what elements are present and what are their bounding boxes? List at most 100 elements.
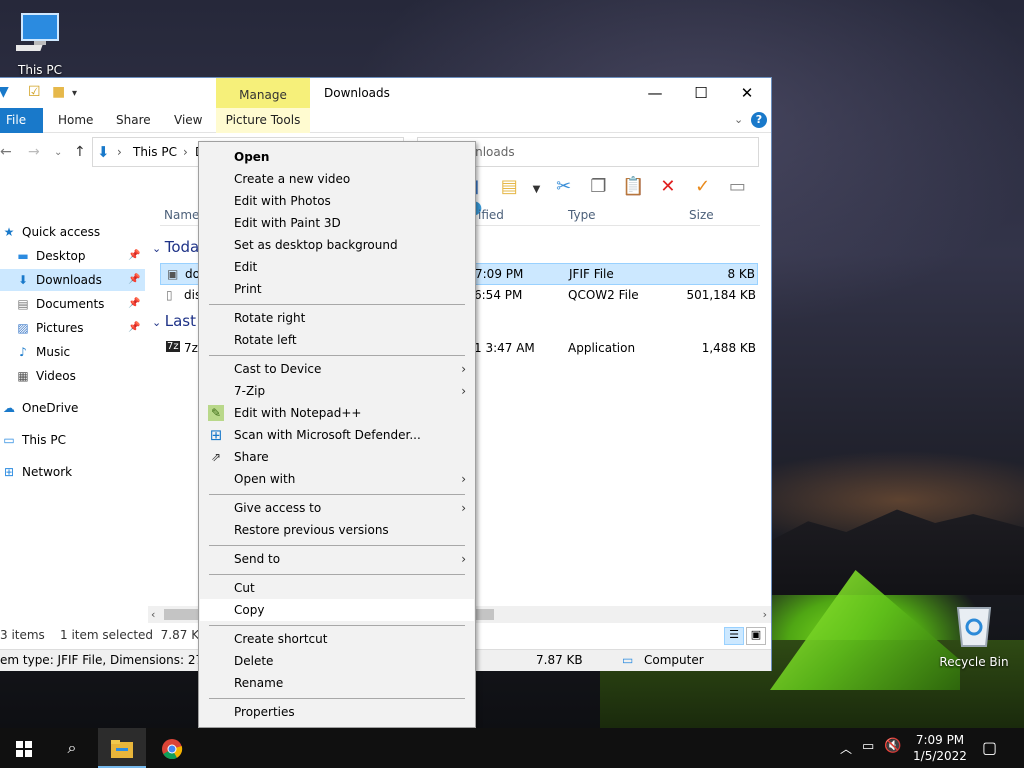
menu-item-label: Send to bbox=[234, 552, 281, 566]
sidebar-item-music[interactable]: ♪ Music bbox=[0, 341, 145, 363]
tab-picture-tools[interactable]: Picture Tools bbox=[216, 108, 310, 133]
delete-icon[interactable]: ✕ bbox=[653, 176, 682, 197]
pin-icon[interactable]: 📌 bbox=[128, 245, 140, 267]
new-folder-icon[interactable]: ■ bbox=[52, 84, 65, 100]
network-status-icon[interactable]: ▭ bbox=[862, 739, 874, 754]
minimize-button[interactable]: — bbox=[632, 78, 678, 108]
up-arrow-icon[interactable]: ↑ bbox=[74, 144, 86, 160]
menu-item-cast-to-device[interactable]: Cast to Device › bbox=[200, 358, 474, 380]
menu-item-label: 7-Zip bbox=[234, 384, 266, 398]
checkmark-icon[interactable]: ✓ bbox=[688, 176, 717, 197]
forward-arrow-icon[interactable]: → bbox=[28, 144, 40, 160]
desktop-icon-this-pc[interactable]: This PC bbox=[0, 8, 80, 77]
taskbar: ⌕ ︿ ▭ 🔇 7:09 PM 1/5/2022 ▢ bbox=[0, 728, 1024, 768]
qat-dropdown-icon[interactable]: ▾ bbox=[72, 88, 77, 99]
menu-item-open[interactable]: Open bbox=[200, 146, 474, 168]
menu-item-label: Rotate left bbox=[234, 333, 297, 347]
menu-item-rotate-left[interactable]: Rotate left bbox=[200, 329, 474, 351]
menu-item-label: Create a new video bbox=[234, 172, 351, 186]
menu-item-copy[interactable]: Copy bbox=[200, 599, 474, 621]
menu-item-restore-previous-versions[interactable]: Restore previous versions bbox=[200, 519, 474, 541]
menu-item-print[interactable]: Print bbox=[200, 278, 474, 300]
paste-icon[interactable]: 📋 bbox=[619, 176, 648, 197]
menu-item-set-desktop-background[interactable]: Set as desktop background bbox=[200, 234, 474, 256]
notepad-plus-icon: ✎ bbox=[208, 405, 224, 421]
sidebar-item-documents[interactable]: ▤ Documents 📌 bbox=[0, 293, 145, 315]
action-center-icon[interactable]: ▢ bbox=[982, 738, 997, 757]
menu-item-open-with[interactable]: Open with › bbox=[200, 468, 474, 490]
menu-item-edit[interactable]: Edit bbox=[200, 256, 474, 278]
tab-file[interactable]: File bbox=[0, 108, 43, 133]
large-icons-view-button[interactable]: ▣ bbox=[746, 627, 766, 645]
menu-item-properties[interactable]: Properties bbox=[200, 701, 474, 723]
show-hidden-icons-icon[interactable]: ︿ bbox=[840, 740, 852, 757]
manage-tab[interactable]: Manage bbox=[216, 78, 310, 108]
recent-dropdown-icon[interactable]: ⌄ bbox=[54, 147, 62, 158]
pin-icon[interactable]: 📌 bbox=[128, 317, 140, 339]
new-folder-dropdown-icon[interactable]: ▤ bbox=[495, 176, 524, 197]
properties-icon[interactable]: ☑ bbox=[28, 84, 41, 100]
chevron-down-icon[interactable]: ▼ bbox=[529, 184, 543, 195]
sidebar-item-desktop[interactable]: ▬ Desktop 📌 bbox=[0, 245, 145, 267]
sidebar-item-this-pc[interactable]: ▭ This PC bbox=[0, 429, 145, 451]
copy-icon[interactable]: ❐ bbox=[584, 176, 613, 197]
item-count: 3 items bbox=[0, 628, 45, 642]
sidebar-item-pictures[interactable]: ▨ Pictures 📌 bbox=[0, 317, 145, 339]
menu-item-7-zip[interactable]: 7-Zip › bbox=[200, 380, 474, 402]
taskbar-chrome[interactable] bbox=[148, 728, 196, 768]
column-header-date-modified[interactable]: ified bbox=[478, 208, 504, 230]
menu-item-delete[interactable]: Delete bbox=[200, 650, 474, 672]
sidebar-item-network[interactable]: ⊞ Network bbox=[0, 461, 145, 483]
sidebar-item-downloads[interactable]: ⬇ Downloads 📌 bbox=[0, 269, 145, 291]
tab-view[interactable]: View bbox=[166, 108, 210, 133]
clock[interactable]: 7:09 PM 1/5/2022 bbox=[912, 732, 968, 764]
file-modified: 7:09 PM bbox=[475, 267, 524, 281]
download-arrow-icon: ⬇ bbox=[17, 273, 29, 287]
close-button[interactable]: ✕ bbox=[724, 78, 770, 108]
scroll-right-icon[interactable]: › bbox=[763, 606, 767, 623]
column-header-name[interactable]: Name bbox=[164, 208, 199, 230]
menu-item-send-to[interactable]: Send to › bbox=[200, 548, 474, 570]
scroll-left-icon[interactable]: ‹ bbox=[151, 606, 155, 623]
menu-item-edit-with-photos[interactable]: Edit with Photos bbox=[200, 190, 474, 212]
start-button[interactable] bbox=[0, 728, 48, 768]
menu-item-give-access-to[interactable]: Give access to › bbox=[200, 497, 474, 519]
menu-item-edit-with-paint-3d[interactable]: Edit with Paint 3D bbox=[200, 212, 474, 234]
cut-icon[interactable]: ✂ bbox=[549, 176, 578, 197]
menu-item-create-shortcut[interactable]: Create shortcut bbox=[200, 628, 474, 650]
sidebar-item-videos[interactable]: ▦ Videos bbox=[0, 365, 145, 387]
help-icon[interactable]: ? bbox=[751, 112, 767, 128]
menu-item-rotate-right[interactable]: Rotate right bbox=[200, 307, 474, 329]
tab-home[interactable]: Home bbox=[50, 108, 101, 133]
pin-icon[interactable]: 📌 bbox=[128, 269, 140, 291]
title-bar: ▼ ☑ ■ ▾ Manage Downloads — ☐ ✕ bbox=[0, 78, 771, 108]
menu-item-share[interactable]: ⇗ Share bbox=[200, 446, 474, 468]
details-view-button[interactable]: ☰ bbox=[724, 627, 744, 645]
menu-item-rename[interactable]: Rename bbox=[200, 672, 474, 694]
menu-item-create-new-video[interactable]: Create a new video bbox=[200, 168, 474, 190]
menu-item-label: Edit bbox=[234, 260, 258, 274]
pin-icon[interactable]: 📌 bbox=[128, 293, 140, 315]
volume-muted-icon[interactable]: 🔇 bbox=[884, 738, 901, 754]
menu-item-cut[interactable]: Cut bbox=[200, 577, 474, 599]
sidebar-item-quick-access[interactable]: ★ Quick access bbox=[0, 221, 145, 243]
network-icon: ⊞ bbox=[3, 465, 15, 479]
menu-item-edit-with-notepad-plus-plus[interactable]: ✎ Edit with Notepad++ bbox=[200, 402, 474, 424]
column-header-size[interactable]: Size bbox=[689, 208, 714, 230]
ribbon-expand-icon[interactable]: ⌄ bbox=[734, 113, 743, 126]
group-header-today[interactable]: ⌄ Toda bbox=[152, 238, 199, 256]
menu-item-scan-with-defender[interactable]: ⊞ Scan with Microsoft Defender... bbox=[200, 424, 474, 446]
group-header-last[interactable]: ⌄ Last bbox=[152, 312, 196, 330]
search-button[interactable]: ⌕ bbox=[48, 728, 96, 768]
tab-share[interactable]: Share bbox=[108, 108, 159, 133]
share-icon: ⇗ bbox=[210, 450, 222, 464]
desktop-icon-recycle-bin[interactable]: Recycle Bin bbox=[934, 602, 1014, 669]
file-explorer-icon bbox=[111, 739, 133, 758]
rename-icon[interactable]: ▭ bbox=[723, 176, 752, 197]
breadcrumb-this-pc[interactable]: This PC bbox=[133, 145, 177, 159]
maximize-button[interactable]: ☐ bbox=[678, 78, 724, 108]
taskbar-file-explorer[interactable] bbox=[98, 728, 146, 768]
back-arrow-icon[interactable]: ← bbox=[0, 144, 12, 160]
column-header-type[interactable]: Type bbox=[568, 208, 596, 230]
sidebar-item-onedrive[interactable]: ☁ OneDrive bbox=[0, 397, 145, 419]
